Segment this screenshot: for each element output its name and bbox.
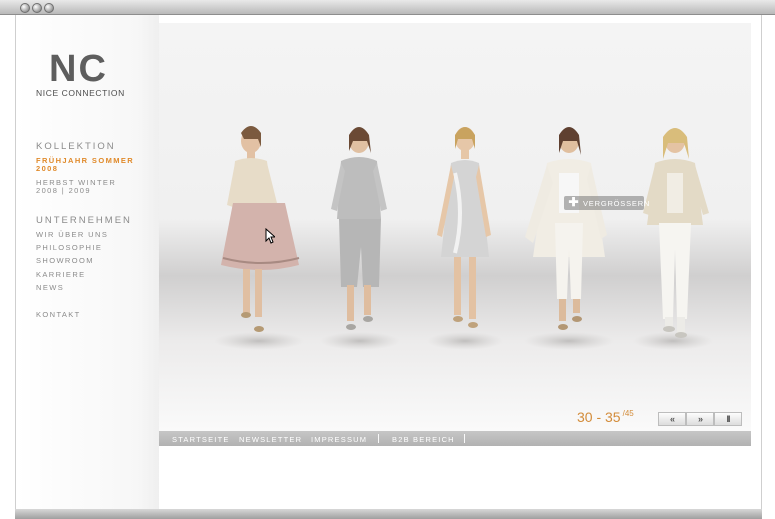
footer-divider (378, 434, 379, 443)
enlarge-button[interactable]: ✚ VERGRÖSSERN (564, 195, 649, 210)
enlarge-label: VERGRÖSSERN (583, 199, 651, 208)
nav-news[interactable]: NEWS (36, 284, 64, 292)
nav-fruehjahr-sommer-2008[interactable]: FRÜHJAHR SOMMER 2008 (36, 157, 134, 173)
image-counter: 30 - 35/45 (577, 409, 634, 427)
unternehmen-heading: UNTERNEHMEN (36, 215, 132, 226)
zoom-window-icon[interactable] (44, 3, 54, 13)
nav-item-line: 2008 | 2009 (36, 186, 91, 195)
pause-icon: II (726, 414, 730, 424)
nav-showroom[interactable]: SHOWROOM (36, 257, 94, 265)
nav-kontakt[interactable]: KONTAKT (36, 311, 81, 319)
footer-link-startseite[interactable]: STARTSEITE (172, 435, 230, 444)
window-titlebar (0, 0, 775, 15)
logo-text: NICE CONNECTION (36, 88, 125, 98)
footer-link-newsletter[interactable]: NEWSLETTER (239, 435, 302, 444)
model-2 (331, 127, 387, 330)
next-button[interactable]: » (686, 412, 714, 426)
fast-forward-icon: » (697, 414, 703, 424)
nav-item-line: 2008 (36, 164, 59, 173)
plus-icon: ✚ (568, 195, 579, 209)
rewind-icon: « (669, 414, 675, 424)
logo-mark[interactable]: NC (49, 50, 108, 88)
model-3 (437, 127, 491, 328)
runway-models-photo[interactable] (159, 23, 751, 431)
model-1 (221, 126, 300, 332)
nav-wir-ueber-uns[interactable]: WIR ÜBER UNS (36, 231, 108, 239)
window-bottom-bar (15, 509, 762, 519)
footer-divider (464, 434, 465, 443)
footer-bar: STARTSEITE NEWSLETTER IMPRESSUM B2B BERE… (159, 431, 751, 446)
kollektion-heading: KOLLEKTION (36, 141, 116, 152)
previous-button[interactable]: « (658, 412, 686, 426)
footer-link-impressum[interactable]: IMPRESSUM (311, 435, 367, 444)
pause-button[interactable]: II (714, 412, 742, 426)
nav-karriere[interactable]: KARRIERE (36, 271, 86, 279)
counter-range: 30 - 35 (577, 409, 621, 425)
mouse-cursor-icon (265, 228, 275, 244)
close-window-icon[interactable] (20, 3, 30, 13)
nav-philosophie[interactable]: PHILOSOPHIE (36, 244, 102, 252)
footer-link-b2b-bereich[interactable]: B2B BEREICH (392, 435, 455, 444)
model-4 (525, 127, 607, 330)
collection-gallery (159, 23, 751, 431)
model-5 (643, 128, 709, 338)
nav-herbst-winter-2008-2009[interactable]: HERBST WINTER 2008 | 2009 (36, 179, 116, 195)
counter-total: /45 (622, 409, 634, 418)
minimize-window-icon[interactable] (32, 3, 42, 13)
